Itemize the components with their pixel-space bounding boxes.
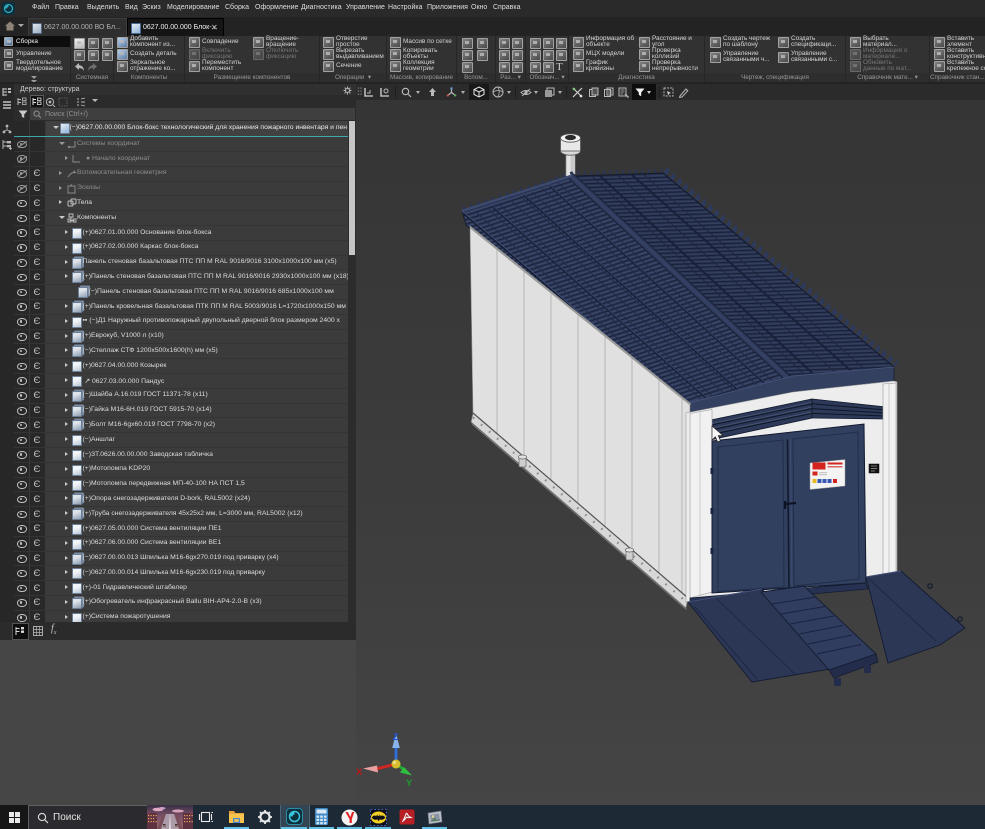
svg-text:Z: Z [393,732,399,743]
svg-text:Y: Y [406,778,413,789]
svg-text:X: X [356,767,363,778]
